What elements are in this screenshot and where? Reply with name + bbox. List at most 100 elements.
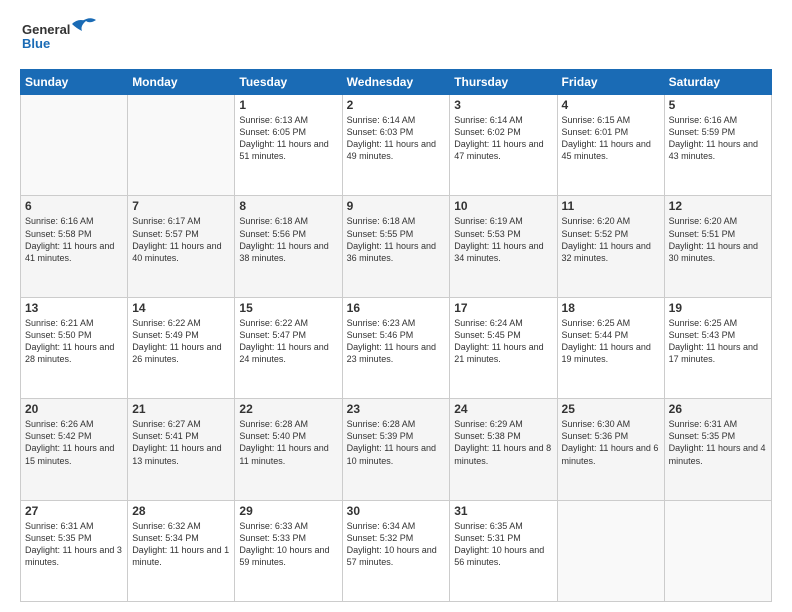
cell-text: Sunrise: 6:17 AM Sunset: 5:57 PM Dayligh… bbox=[132, 215, 230, 264]
cell-text: Sunrise: 6:33 AM Sunset: 5:33 PM Dayligh… bbox=[239, 520, 337, 569]
day-number: 9 bbox=[347, 199, 446, 213]
weekday-header-monday: Monday bbox=[128, 70, 235, 95]
logo: General Blue bbox=[20, 16, 100, 61]
day-number: 5 bbox=[669, 98, 767, 112]
calendar-cell: 14Sunrise: 6:22 AM Sunset: 5:49 PM Dayli… bbox=[128, 297, 235, 398]
day-number: 17 bbox=[454, 301, 552, 315]
calendar-cell: 17 Sunrise: 6:24 AM Sunset: 5:45 PM Dayli… bbox=[450, 297, 557, 398]
cell-text: Sunrise: 6:16 AM Sunset: 5:58 PM Dayligh… bbox=[25, 215, 123, 264]
calendar-cell: 8 Sunrise: 6:18 AM Sunset: 5:56 PM Daylig… bbox=[235, 196, 342, 297]
cell-text: Sunrise: 6:23 AM Sunset: 5:46 PM Dayligh… bbox=[347, 317, 446, 366]
cell-text: Sunrise: 6:14 AM Sunset: 6:03 PM Dayligh… bbox=[347, 114, 446, 163]
week-row-3: 13Sunrise: 6:21 AM Sunset: 5:50 PM Dayli… bbox=[21, 297, 772, 398]
cell-text: Sunrise: 6:15 AM Sunset: 6:01 PM Dayligh… bbox=[562, 114, 660, 163]
day-number: 3 bbox=[454, 98, 552, 112]
cell-text: Sunrise: 6:24 AM Sunset: 5:45 PM Dayligh… bbox=[454, 317, 552, 366]
cell-text: Sunrise: 6:13 AM Sunset: 6:05 PM Dayligh… bbox=[239, 114, 337, 163]
cell-text: Sunrise: 6:16 AM Sunset: 5:59 PM Dayligh… bbox=[669, 114, 767, 163]
day-number: 2 bbox=[347, 98, 446, 112]
calendar-cell: 23 Sunrise: 6:28 AM Sunset: 5:39 PM Dayli… bbox=[342, 399, 450, 500]
calendar-cell: 9 Sunrise: 6:18 AM Sunset: 5:55 PM Daylig… bbox=[342, 196, 450, 297]
calendar-cell: 6 Sunrise: 6:16 AM Sunset: 5:58 PM Daylig… bbox=[21, 196, 128, 297]
weekday-header-sunday: Sunday bbox=[21, 70, 128, 95]
calendar-cell: 15 Sunrise: 6:22 AM Sunset: 5:47 PM Dayli… bbox=[235, 297, 342, 398]
day-number: 6 bbox=[25, 199, 123, 213]
cell-text: Sunrise: 6:19 AM Sunset: 5:53 PM Dayligh… bbox=[454, 215, 552, 264]
day-number: 28 bbox=[132, 504, 230, 518]
logo-svg: General Blue bbox=[20, 16, 100, 61]
calendar-cell: 5 Sunrise: 6:16 AM Sunset: 5:59 PM Daylig… bbox=[664, 95, 771, 196]
header: General Blue bbox=[20, 16, 772, 61]
cell-text: Sunrise: 6:20 AM Sunset: 5:52 PM Dayligh… bbox=[562, 215, 660, 264]
cell-text: Sunrise: 6:26 AM Sunset: 5:42 PM Dayligh… bbox=[25, 418, 123, 467]
cell-text: Sunrise: 6:14 AM Sunset: 6:02 PM Dayligh… bbox=[454, 114, 552, 163]
cell-text: Sunrise: 6:32 AM Sunset: 5:34 PM Dayligh… bbox=[132, 520, 230, 569]
cell-text: Sunrise: 6:18 AM Sunset: 5:56 PM Dayligh… bbox=[239, 215, 337, 264]
day-number: 19 bbox=[669, 301, 767, 315]
day-number: 8 bbox=[239, 199, 337, 213]
day-number: 22 bbox=[239, 402, 337, 416]
calendar-cell: 29 Sunrise: 6:33 AM Sunset: 5:33 PM Dayli… bbox=[235, 500, 342, 601]
cell-text: Sunrise: 6:20 AM Sunset: 5:51 PM Dayligh… bbox=[669, 215, 767, 264]
day-number: 13 bbox=[25, 301, 123, 315]
day-number: 20 bbox=[25, 402, 123, 416]
cell-text: Sunrise: 6:25 AM Sunset: 5:43 PM Dayligh… bbox=[669, 317, 767, 366]
day-number: 25 bbox=[562, 402, 660, 416]
calendar-cell: 19 Sunrise: 6:25 AM Sunset: 5:43 PM Dayli… bbox=[664, 297, 771, 398]
calendar-cell bbox=[557, 500, 664, 601]
weekday-header-thursday: Thursday bbox=[450, 70, 557, 95]
cell-text: Sunrise: 6:31 AM Sunset: 5:35 PM Dayligh… bbox=[669, 418, 767, 467]
cell-text: Sunrise: 6:28 AM Sunset: 5:40 PM Dayligh… bbox=[239, 418, 337, 467]
day-number: 31 bbox=[454, 504, 552, 518]
weekday-header-tuesday: Tuesday bbox=[235, 70, 342, 95]
calendar-cell: 3 Sunrise: 6:14 AM Sunset: 6:02 PM Daylig… bbox=[450, 95, 557, 196]
svg-text:Blue: Blue bbox=[22, 36, 50, 51]
day-number: 23 bbox=[347, 402, 446, 416]
cell-text: Sunrise: 6:22 AM Sunset: 5:49 PM Dayligh… bbox=[132, 317, 230, 366]
calendar-cell: 31 Sunrise: 6:35 AM Sunset: 5:31 PM Dayli… bbox=[450, 500, 557, 601]
day-number: 18 bbox=[562, 301, 660, 315]
calendar-cell: 1 Sunrise: 6:13 AM Sunset: 6:05 PM Daylig… bbox=[235, 95, 342, 196]
week-row-4: 20 Sunrise: 6:26 AM Sunset: 5:42 PM Dayli… bbox=[21, 399, 772, 500]
weekday-header-friday: Friday bbox=[557, 70, 664, 95]
day-number: 10 bbox=[454, 199, 552, 213]
calendar-cell: 25Sunrise: 6:30 AM Sunset: 5:36 PM Dayli… bbox=[557, 399, 664, 500]
weekday-header-saturday: Saturday bbox=[664, 70, 771, 95]
calendar-cell: 26Sunrise: 6:31 AM Sunset: 5:35 PM Dayli… bbox=[664, 399, 771, 500]
week-row-5: 27Sunrise: 6:31 AM Sunset: 5:35 PM Dayli… bbox=[21, 500, 772, 601]
week-row-1: 1 Sunrise: 6:13 AM Sunset: 6:05 PM Daylig… bbox=[21, 95, 772, 196]
week-row-2: 6 Sunrise: 6:16 AM Sunset: 5:58 PM Daylig… bbox=[21, 196, 772, 297]
cell-text: Sunrise: 6:29 AM Sunset: 5:38 PM Dayligh… bbox=[454, 418, 552, 467]
cell-text: Sunrise: 6:18 AM Sunset: 5:55 PM Dayligh… bbox=[347, 215, 446, 264]
day-number: 4 bbox=[562, 98, 660, 112]
calendar-cell: 13Sunrise: 6:21 AM Sunset: 5:50 PM Dayli… bbox=[21, 297, 128, 398]
cell-text: Sunrise: 6:22 AM Sunset: 5:47 PM Dayligh… bbox=[239, 317, 337, 366]
page: General Blue SundayMondayTuesdayWednesda… bbox=[0, 0, 792, 612]
weekday-header-wednesday: Wednesday bbox=[342, 70, 450, 95]
day-number: 1 bbox=[239, 98, 337, 112]
day-number: 27 bbox=[25, 504, 123, 518]
calendar-cell: 18 Sunrise: 6:25 AM Sunset: 5:44 PM Dayli… bbox=[557, 297, 664, 398]
cell-text: Sunrise: 6:27 AM Sunset: 5:41 PM Dayligh… bbox=[132, 418, 230, 467]
day-number: 7 bbox=[132, 199, 230, 213]
calendar-cell: 20 Sunrise: 6:26 AM Sunset: 5:42 PM Dayli… bbox=[21, 399, 128, 500]
day-number: 29 bbox=[239, 504, 337, 518]
calendar-cell: 21Sunrise: 6:27 AM Sunset: 5:41 PM Dayli… bbox=[128, 399, 235, 500]
calendar-cell: 7 Sunrise: 6:17 AM Sunset: 5:57 PM Daylig… bbox=[128, 196, 235, 297]
calendar-cell: 2 Sunrise: 6:14 AM Sunset: 6:03 PM Daylig… bbox=[342, 95, 450, 196]
day-number: 12 bbox=[669, 199, 767, 213]
cell-text: Sunrise: 6:34 AM Sunset: 5:32 PM Dayligh… bbox=[347, 520, 446, 569]
cell-text: Sunrise: 6:28 AM Sunset: 5:39 PM Dayligh… bbox=[347, 418, 446, 467]
cell-text: Sunrise: 6:25 AM Sunset: 5:44 PM Dayligh… bbox=[562, 317, 660, 366]
day-number: 30 bbox=[347, 504, 446, 518]
calendar-cell: 24Sunrise: 6:29 AM Sunset: 5:38 PM Dayli… bbox=[450, 399, 557, 500]
calendar-cell: 4 Sunrise: 6:15 AM Sunset: 6:01 PM Daylig… bbox=[557, 95, 664, 196]
calendar-cell: 30 Sunrise: 6:34 AM Sunset: 5:32 PM Dayli… bbox=[342, 500, 450, 601]
day-number: 11 bbox=[562, 199, 660, 213]
calendar-cell bbox=[128, 95, 235, 196]
calendar-cell: 27Sunrise: 6:31 AM Sunset: 5:35 PM Dayli… bbox=[21, 500, 128, 601]
day-number: 15 bbox=[239, 301, 337, 315]
cell-text: Sunrise: 6:35 AM Sunset: 5:31 PM Dayligh… bbox=[454, 520, 552, 569]
calendar-cell: 10 Sunrise: 6:19 AM Sunset: 5:53 PM Dayli… bbox=[450, 196, 557, 297]
day-number: 16 bbox=[347, 301, 446, 315]
